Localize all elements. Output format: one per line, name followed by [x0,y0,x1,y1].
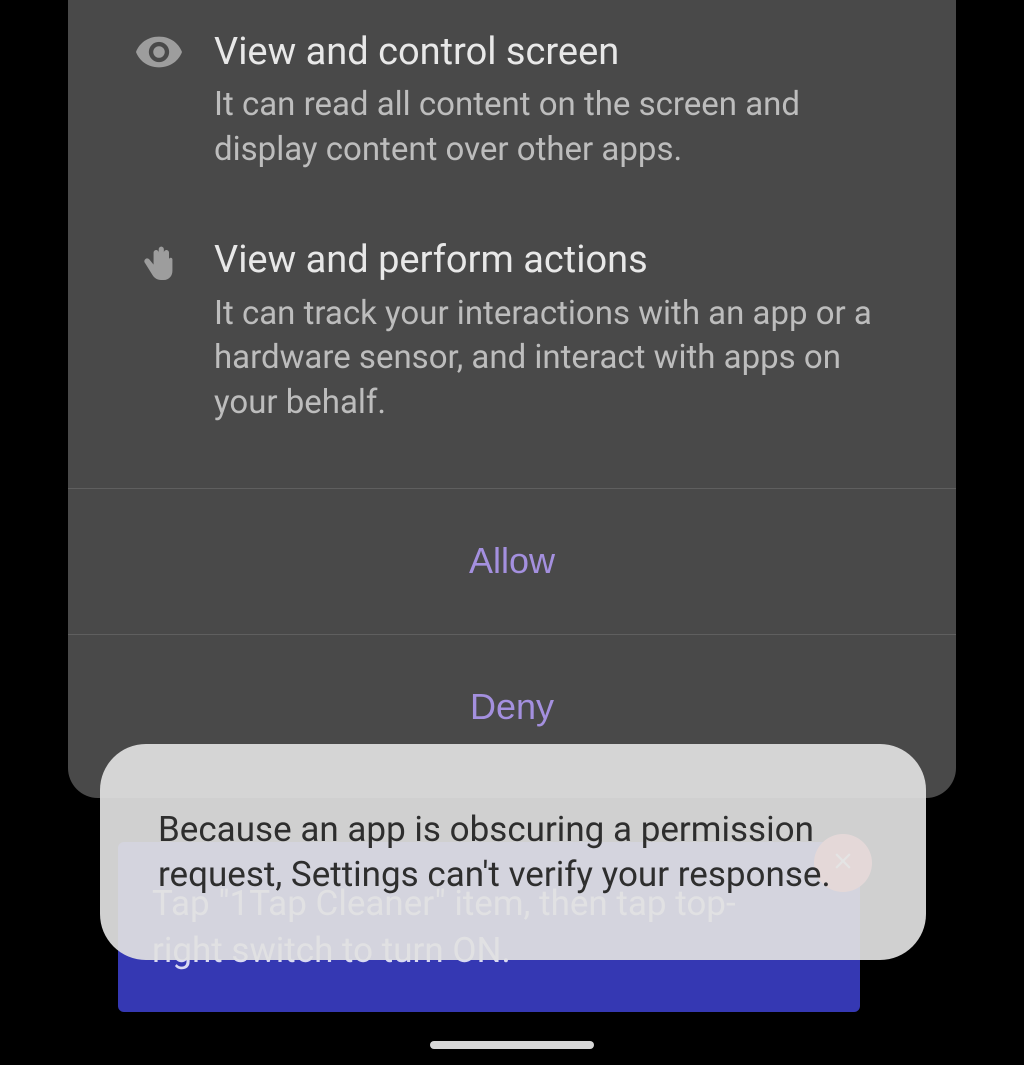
permission-description: It can read all content on the screen an… [214,83,888,172]
permission-title: View and control screen [214,28,888,77]
navigation-handle[interactable] [430,1041,594,1049]
eye-icon [136,28,214,72]
allow-button[interactable]: Allow [68,489,956,634]
permission-row-perform-actions: View and perform actions It can track yo… [68,206,956,459]
obscured-permission-toast: Because an app is obscuring a permission… [100,744,926,960]
permission-title: View and perform actions [214,236,888,285]
permission-row-view-control: View and control screen It can read all … [68,0,956,206]
hand-icon [136,236,214,296]
accessibility-permission-dialog: View and control screen It can read all … [68,0,956,798]
permission-description: It can track your interactions with an a… [214,292,888,426]
allow-button-row: Allow [68,488,956,634]
toast-message: Because an app is obscuring a permission… [158,807,868,898]
